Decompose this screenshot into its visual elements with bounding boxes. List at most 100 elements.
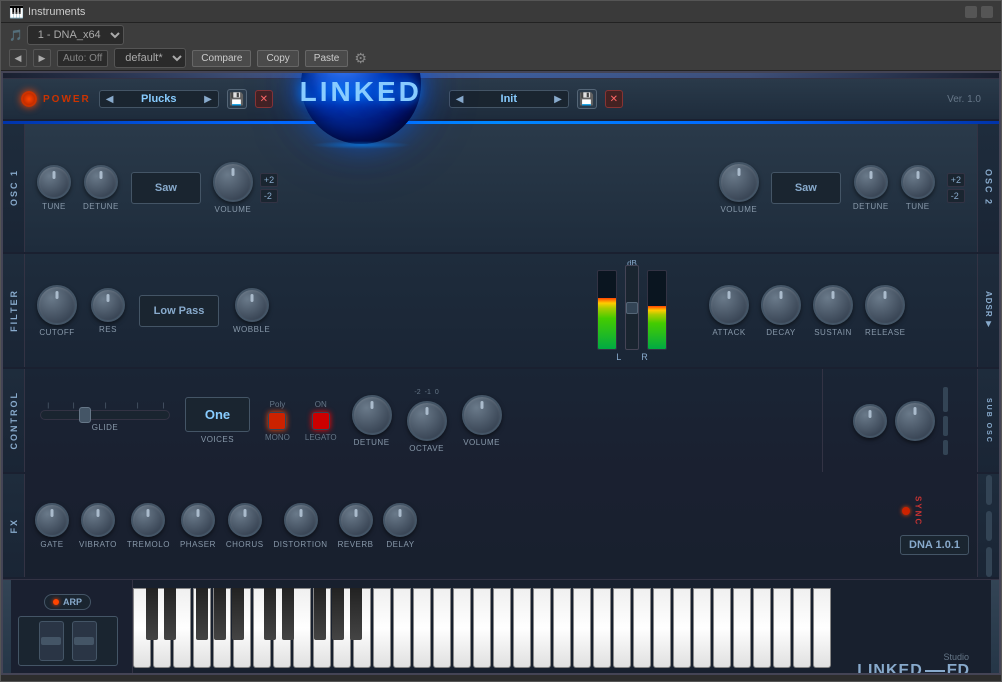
sub-osc-knob1[interactable] bbox=[853, 404, 887, 438]
settings-icon[interactable]: ⚙ bbox=[354, 50, 367, 67]
wobble-knob[interactable] bbox=[235, 288, 269, 322]
chorus-knob[interactable] bbox=[228, 503, 262, 537]
osc1-semi-up[interactable]: +2 bbox=[260, 173, 278, 187]
key-w[interactable] bbox=[773, 588, 791, 668]
toolbar-nav-prev[interactable]: ◀ bbox=[9, 49, 27, 67]
voices-display[interactable]: One bbox=[185, 397, 250, 432]
arp-button[interactable]: ARP bbox=[44, 594, 91, 610]
osc1-detune-knob[interactable] bbox=[84, 165, 118, 199]
key-w[interactable] bbox=[413, 588, 431, 668]
octave-knob[interactable] bbox=[407, 401, 447, 441]
key-w[interactable] bbox=[393, 588, 411, 668]
instrument-icon: 🎵 bbox=[9, 29, 23, 42]
osc2-semi-up[interactable]: +2 bbox=[947, 173, 965, 187]
legato-led[interactable] bbox=[312, 412, 330, 430]
osc2-wave-display[interactable]: Saw bbox=[771, 172, 841, 204]
key-w[interactable] bbox=[633, 588, 651, 668]
key-b[interactable] bbox=[314, 588, 326, 640]
vu-fader[interactable] bbox=[625, 265, 639, 350]
key-b[interactable] bbox=[214, 588, 226, 640]
key-w[interactable] bbox=[713, 588, 731, 668]
decay-knob[interactable] bbox=[761, 285, 801, 325]
filter-type-display[interactable]: Low Pass bbox=[139, 295, 219, 327]
osc2-tune: TUNE bbox=[901, 165, 935, 211]
close1-button[interactable]: ✕ bbox=[255, 90, 273, 108]
key-b[interactable] bbox=[350, 588, 362, 640]
key-w[interactable] bbox=[293, 588, 311, 668]
key-w[interactable] bbox=[673, 588, 691, 668]
close2-button[interactable]: ✕ bbox=[605, 90, 623, 108]
res-knob[interactable] bbox=[91, 288, 125, 322]
osc1-volume-knob[interactable] bbox=[213, 162, 253, 202]
osc2-volume-knob[interactable] bbox=[719, 162, 759, 202]
key-w[interactable] bbox=[513, 588, 531, 668]
ctrl-detune-knob[interactable] bbox=[352, 395, 392, 435]
sub-osc-knob2[interactable] bbox=[895, 401, 935, 441]
key-w[interactable] bbox=[733, 588, 751, 668]
pitch-wheel[interactable] bbox=[39, 621, 64, 661]
attack-knob[interactable] bbox=[709, 285, 749, 325]
key-b[interactable] bbox=[282, 588, 294, 640]
ctrl-volume-knob[interactable] bbox=[462, 395, 502, 435]
delay-knob[interactable] bbox=[383, 503, 417, 537]
reverb-knob[interactable] bbox=[339, 503, 373, 537]
key-w[interactable] bbox=[373, 588, 391, 668]
right-side-deco bbox=[991, 580, 999, 675]
preset2-prev[interactable]: ◀ bbox=[456, 94, 464, 105]
power-button[interactable] bbox=[21, 91, 37, 107]
key-w[interactable] bbox=[553, 588, 571, 668]
release-knob[interactable] bbox=[865, 285, 905, 325]
key-w[interactable] bbox=[813, 588, 831, 668]
key-b[interactable] bbox=[146, 588, 158, 640]
osc1-tune-label: TUNE bbox=[42, 202, 66, 211]
sustain-knob[interactable] bbox=[813, 285, 853, 325]
octave-label: OCTAVE bbox=[409, 444, 444, 453]
key-w[interactable] bbox=[493, 588, 511, 668]
maximize-btn[interactable] bbox=[981, 6, 993, 18]
key-w[interactable] bbox=[473, 588, 491, 668]
key-b[interactable] bbox=[164, 588, 176, 640]
preset-selector[interactable]: 1 - DNA_x64 bbox=[27, 25, 124, 45]
key-w[interactable] bbox=[693, 588, 711, 668]
preset2-next[interactable]: ▶ bbox=[554, 94, 562, 105]
vibrato-knob[interactable] bbox=[81, 503, 115, 537]
key-b[interactable] bbox=[332, 588, 344, 640]
tremolo-knob[interactable] bbox=[131, 503, 165, 537]
osc2-detune-knob[interactable] bbox=[854, 165, 888, 199]
cutoff-knob[interactable] bbox=[37, 285, 77, 325]
compare-button[interactable]: Compare bbox=[192, 50, 251, 67]
key-b[interactable] bbox=[264, 588, 276, 640]
key-w[interactable] bbox=[653, 588, 671, 668]
default-preset-selector[interactable]: default* bbox=[114, 48, 186, 68]
save2-button[interactable]: 💾 bbox=[577, 89, 597, 109]
key-w[interactable] bbox=[533, 588, 551, 668]
preset1-prev[interactable]: ◀ bbox=[106, 94, 114, 105]
copy-button[interactable]: Copy bbox=[257, 50, 298, 67]
save1-button[interactable]: 💾 bbox=[227, 89, 247, 109]
preset1-next[interactable]: ▶ bbox=[204, 94, 212, 105]
gate-knob[interactable] bbox=[35, 503, 69, 537]
sync-led[interactable] bbox=[902, 507, 910, 515]
osc2-tune-knob[interactable] bbox=[901, 165, 935, 199]
key-w[interactable] bbox=[793, 588, 811, 668]
key-w[interactable] bbox=[453, 588, 471, 668]
osc1-semi-down[interactable]: -2 bbox=[260, 189, 278, 203]
key-b[interactable] bbox=[196, 588, 208, 640]
key-w[interactable] bbox=[593, 588, 611, 668]
key-w[interactable] bbox=[573, 588, 591, 668]
key-w[interactable] bbox=[613, 588, 631, 668]
osc1-wave-display[interactable]: Saw bbox=[131, 172, 201, 204]
key-w[interactable] bbox=[753, 588, 771, 668]
paste-button[interactable]: Paste bbox=[305, 50, 349, 67]
minimize-btn[interactable] bbox=[965, 6, 977, 18]
key-b[interactable] bbox=[232, 588, 244, 640]
toolbar-nav-next[interactable]: ▶ bbox=[33, 49, 51, 67]
osc2-semi-down[interactable]: -2 bbox=[947, 189, 965, 203]
distortion-knob[interactable] bbox=[284, 503, 318, 537]
mod-wheel[interactable] bbox=[72, 621, 97, 661]
osc1-tune-knob[interactable] bbox=[37, 165, 71, 199]
phaser-knob[interactable] bbox=[181, 503, 215, 537]
key-w[interactable] bbox=[433, 588, 451, 668]
mono-led[interactable] bbox=[268, 412, 286, 430]
linked-text: LINKED bbox=[857, 662, 923, 675]
